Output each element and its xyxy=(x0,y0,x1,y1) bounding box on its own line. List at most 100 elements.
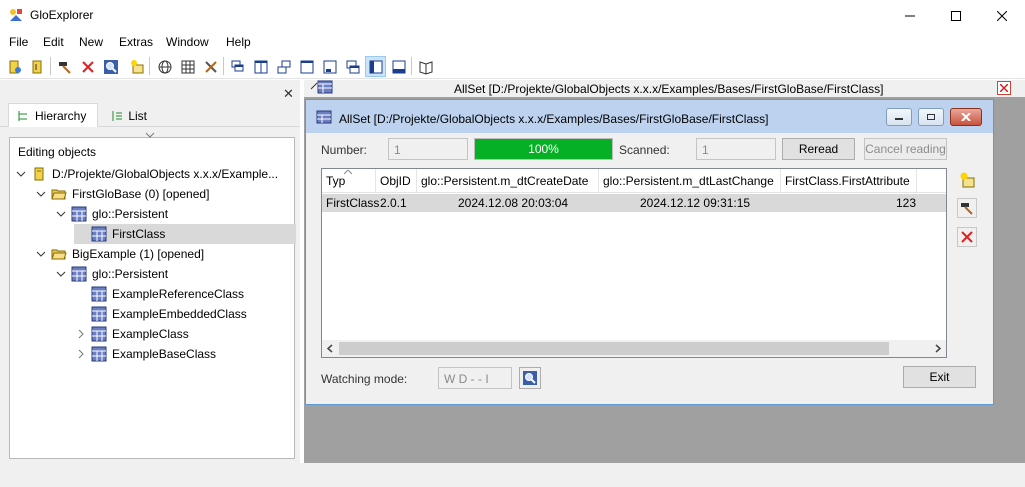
column-header-label: glo::Persistent.m_dtLastChange xyxy=(603,174,774,188)
cell-createdate: 2024.12.08 20:03:04 xyxy=(458,196,569,210)
watch-button[interactable] xyxy=(100,56,121,77)
mdi-tab-title[interactable]: AllSet [D:/Projekte/GlobalObjects x.x.x/… xyxy=(454,82,883,96)
tree-item-label: ExampleReferenceClass xyxy=(112,287,245,301)
minimize-icon xyxy=(905,15,915,16)
object-tree[interactable]: Editing objects D:/Projekte/GlobalObject… xyxy=(9,132,296,459)
help-book-button[interactable] xyxy=(415,56,436,77)
watching-mode-button[interactable] xyxy=(519,367,541,389)
maximize-button[interactable] xyxy=(933,0,979,31)
toggle-bottom-pane-button[interactable] xyxy=(388,56,409,77)
scanned-label: Scanned: xyxy=(619,143,670,157)
column-header-createdate[interactable]: glo::Persistent.m_dtCreateDate xyxy=(417,169,599,193)
menu-file[interactable]: File xyxy=(9,35,28,49)
cascade-icon xyxy=(231,60,243,71)
window-icon xyxy=(300,60,313,73)
column-header-objid[interactable]: ObjID xyxy=(376,169,417,193)
delete-icon xyxy=(81,60,94,73)
tree-item[interactable]: ExampleBaseClass xyxy=(74,344,216,364)
menu-edit[interactable]: Edit xyxy=(43,35,64,49)
open-base-button[interactable] xyxy=(4,56,25,77)
tree-item[interactable]: FirstClass xyxy=(74,224,296,244)
window-button[interactable] xyxy=(296,56,317,77)
objects-table[interactable]: Typ ObjID glo::Persistent.m_dtCreateDate… xyxy=(321,168,947,358)
tree-item-label: glo::Persistent xyxy=(92,207,169,221)
database-icon xyxy=(31,166,47,182)
column-header-label: ObjID xyxy=(380,174,411,188)
toggle-left-pane-button[interactable] xyxy=(365,56,386,77)
tree-item[interactable]: glo::Persistent xyxy=(54,204,168,224)
class-table-icon xyxy=(71,206,87,222)
tile-vertical-button[interactable] xyxy=(250,56,271,77)
app-icon xyxy=(8,7,24,23)
delete-object-button[interactable] xyxy=(77,56,98,77)
globe-button[interactable] xyxy=(154,56,175,77)
cascade-button[interactable] xyxy=(227,56,248,77)
tree-item-label: FirstGloBase (0) [opened] xyxy=(72,187,210,201)
chevron-right-icon[interactable] xyxy=(74,349,88,359)
pane-tabs: Hierarchy List xyxy=(0,103,300,127)
chevron-right-icon[interactable] xyxy=(74,329,88,339)
class-table-icon xyxy=(91,306,107,322)
hammer-icon xyxy=(58,61,71,74)
menu-new[interactable]: New xyxy=(79,35,103,49)
tree-item[interactable]: BigExample (1) [opened] xyxy=(34,244,204,264)
scrollbar-thumb[interactable] xyxy=(339,342,889,355)
minimize-window-button[interactable] xyxy=(319,56,340,77)
child-close-button[interactable] xyxy=(950,108,982,126)
column-header-lastchange[interactable]: glo::Persistent.m_dtLastChange xyxy=(599,169,781,193)
tab-hierarchy[interactable]: Hierarchy xyxy=(8,103,98,127)
mdi-close-button[interactable] xyxy=(997,81,1011,95)
tree-item[interactable]: ExampleClass xyxy=(74,324,189,344)
chevron-down-icon[interactable] xyxy=(14,171,28,177)
tab-list[interactable]: List xyxy=(103,105,155,127)
bottom-pane-icon xyxy=(392,60,405,73)
column-header-typ[interactable]: Typ xyxy=(322,169,376,193)
reread-button[interactable]: Reread xyxy=(782,138,855,160)
scroll-right-icon[interactable] xyxy=(935,344,942,353)
table-row[interactable]: FirstClass 2.0.1 2024.12.08 20:03:04 202… xyxy=(322,194,946,212)
horizontal-scrollbar[interactable] xyxy=(322,340,946,357)
edit-object-button[interactable] xyxy=(54,56,75,77)
allset-title: AllSet [D:/Projekte/GlobalObjects x.x.x/… xyxy=(339,112,769,126)
multi-window-button[interactable] xyxy=(342,56,363,77)
tab-hierarchy-label: Hierarchy xyxy=(35,108,87,123)
tree-item[interactable]: FirstGloBase (0) [opened] xyxy=(34,184,209,204)
open-base-icon xyxy=(9,60,21,73)
child-minimize-button[interactable] xyxy=(886,108,912,126)
minimize-button[interactable] xyxy=(887,0,933,31)
chevron-down-icon[interactable] xyxy=(34,251,48,257)
allset-window: AllSet [D:/Projekte/GlobalObjects x.x.x/… xyxy=(305,99,994,405)
close-button[interactable] xyxy=(979,0,1025,31)
close-base-button[interactable] xyxy=(27,56,48,77)
child-restore-button[interactable] xyxy=(918,108,944,126)
tools-button[interactable] xyxy=(200,56,221,77)
menu-help[interactable]: Help xyxy=(226,35,251,49)
hammer-icon xyxy=(961,203,973,215)
edit-object-side-button[interactable] xyxy=(957,198,977,218)
exit-button[interactable]: Exit xyxy=(903,366,976,388)
folder-open-icon xyxy=(51,186,67,202)
tab-list-label: List xyxy=(128,109,147,123)
tree-item-label: D:/Projekte/GlobalObjects x.x.x/Example.… xyxy=(52,167,279,181)
tree-item[interactable]: ExampleEmbeddedClass xyxy=(74,304,247,324)
chevron-down-icon[interactable] xyxy=(34,191,48,197)
pane-close-icon[interactable]: ✕ xyxy=(283,86,294,102)
tree-item[interactable]: glo::Persistent xyxy=(54,264,168,284)
delete-object-side-button[interactable] xyxy=(957,227,977,247)
grid-button[interactable] xyxy=(177,56,198,77)
tree-item[interactable]: D:/Projekte/GlobalObjects x.x.x/Example.… xyxy=(14,164,278,184)
new-object-side-button[interactable] xyxy=(957,170,977,190)
tree-item[interactable]: ExampleReferenceClass xyxy=(74,284,244,304)
chevron-down-icon[interactable] xyxy=(54,211,68,217)
scroll-left-icon[interactable] xyxy=(326,344,333,353)
menu-extras[interactable]: Extras xyxy=(119,35,153,49)
progress-bar: 100% xyxy=(474,138,613,160)
new-object-button[interactable] xyxy=(126,56,147,77)
menu-window[interactable]: Window xyxy=(166,35,209,49)
arrange-button[interactable] xyxy=(273,56,294,77)
cancel-reading-button[interactable]: Cancel reading xyxy=(864,138,947,160)
chevron-down-icon[interactable] xyxy=(54,271,68,277)
tree-item-label: BigExample (1) [opened] xyxy=(72,247,205,261)
tree-item-label: glo::Persistent xyxy=(92,267,169,281)
column-header-firstattribute[interactable]: FirstClass.FirstAttribute xyxy=(781,169,917,193)
